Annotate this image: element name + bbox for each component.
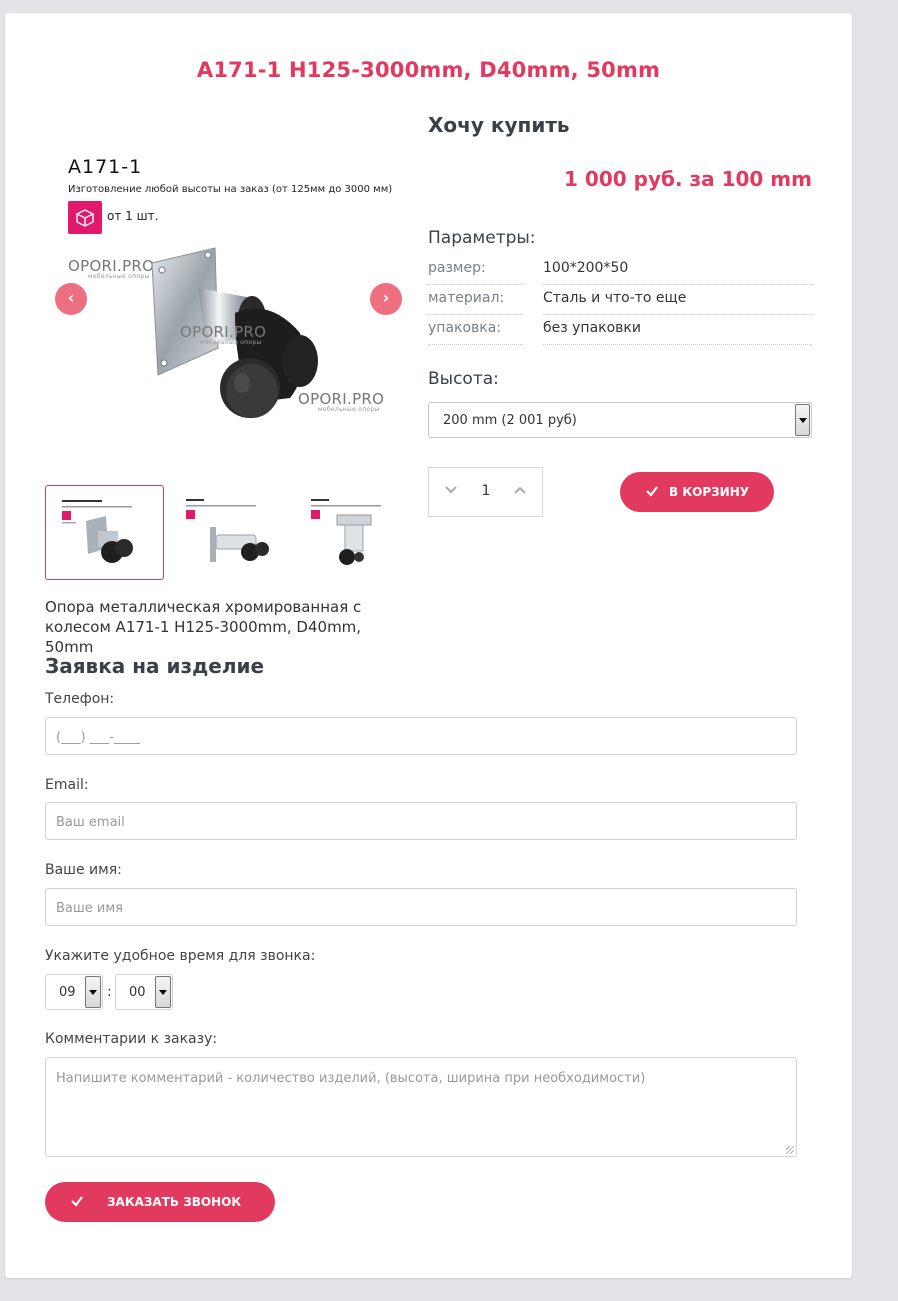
- height-select-value: 200 mm (2 001 руб): [443, 413, 577, 428]
- thumbnail-1[interactable]: [45, 485, 164, 580]
- minute-select[interactable]: 00: [115, 974, 173, 1010]
- hour-select[interactable]: 09: [45, 974, 103, 1010]
- hour-value: 09: [59, 985, 76, 1000]
- order-form-heading: Заявка на изделие: [45, 654, 265, 678]
- param-key: размер:: [428, 260, 523, 285]
- time-separator: :: [107, 984, 112, 1000]
- phone-field[interactable]: (___) ___-____: [45, 717, 797, 755]
- image-model-text: A171-1: [68, 156, 143, 178]
- price-text: 1 000 руб. за 100 mm: [564, 167, 812, 191]
- request-call-button[interactable]: Заказать звонок: [45, 1182, 275, 1222]
- gallery-prev-button[interactable]: ‹: [55, 283, 87, 315]
- dropdown-arrow-icon[interactable]: [155, 976, 171, 1008]
- quantity-value[interactable]: 1: [473, 483, 499, 499]
- param-key: упаковка:: [428, 320, 523, 345]
- dropdown-arrow-icon[interactable]: [85, 976, 101, 1008]
- thumbnail-2[interactable]: [170, 485, 289, 580]
- comment-textarea[interactable]: Напишите комментарий - количество издели…: [45, 1057, 797, 1157]
- watermark-text-3: OPORI.PRO мебельные опоры: [298, 390, 385, 413]
- minute-value: 00: [129, 985, 146, 1000]
- email-field[interactable]: Ваш email: [45, 802, 797, 840]
- image-min-order-text: от 1 шт.: [107, 209, 159, 223]
- box-badge-icon: [68, 201, 102, 234]
- quantity-stepper: 1: [428, 467, 543, 517]
- param-key: материал:: [428, 290, 523, 315]
- comment-label: Комментарии к заказу:: [45, 1031, 218, 1047]
- add-to-cart-label: В корзину: [669, 485, 749, 499]
- image-subtitle-text: Изготовление любой высоты на заказ (от 1…: [68, 184, 393, 195]
- height-select[interactable]: 200 mm (2 001 руб): [428, 402, 812, 438]
- param-row: размер: 100*200*50: [428, 255, 812, 285]
- call-time-label: Укажите удобное время для звонка:: [45, 948, 316, 964]
- email-label: Email:: [45, 777, 89, 793]
- thumbnail-3[interactable]: [295, 485, 414, 580]
- gallery-next-button[interactable]: ›: [370, 283, 402, 315]
- request-call-label: Заказать звонок: [107, 1195, 242, 1209]
- params-heading: Параметры:: [428, 228, 536, 248]
- chevron-up-icon[interactable]: [510, 483, 530, 503]
- phone-label: Телефон:: [45, 691, 115, 707]
- name-field[interactable]: Ваше имя: [45, 888, 797, 926]
- product-gallery: A171-1 Изготовление любой высоты на зака…: [45, 148, 410, 448]
- param-row: упаковка: без упаковки: [428, 315, 812, 345]
- add-to-cart-button[interactable]: В корзину: [620, 472, 774, 512]
- thumbnail-strip: [45, 485, 414, 581]
- check-icon: [71, 1196, 83, 1207]
- chevron-down-icon[interactable]: [441, 483, 461, 503]
- resize-handle-icon[interactable]: [786, 1146, 794, 1154]
- watermark-text-2: OPORI.PRO мебельные опоры: [180, 323, 267, 346]
- dropdown-arrow-icon[interactable]: [795, 404, 810, 436]
- purchase-heading: Хочу купить: [428, 113, 570, 137]
- param-value: 100*200*50: [543, 260, 812, 285]
- comment-placeholder: Напишите комментарий - количество издели…: [56, 1071, 646, 1086]
- height-heading: Высота:: [428, 369, 499, 389]
- product-title: A171-1 H125-3000mm, D40mm, 50mm: [196, 58, 661, 82]
- param-value: Сталь и что-то еще: [543, 290, 812, 315]
- check-icon: [646, 486, 658, 497]
- name-label: Ваше имя:: [45, 862, 122, 878]
- param-value: без упаковки: [543, 320, 812, 345]
- param-row: материал: Сталь и что-то еще: [428, 285, 812, 315]
- product-card: A171-1 H125-3000mm, D40mm, 50mm A171-1 И…: [5, 13, 852, 1278]
- product-description: Опора металлическая хромированная с коле…: [45, 598, 362, 656]
